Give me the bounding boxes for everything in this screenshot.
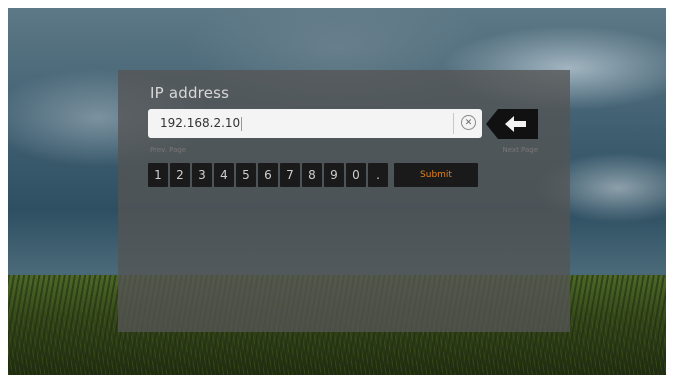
- key-1[interactable]: 1: [148, 163, 168, 187]
- key-0[interactable]: 0: [346, 163, 366, 187]
- key-9[interactable]: 9: [324, 163, 344, 187]
- next-page-hint: Next Page: [502, 146, 538, 154]
- key-8[interactable]: 8: [302, 163, 322, 187]
- ip-address-dialog: IP address 192.168.2.10 ✕ Prev. Page Nex…: [118, 70, 570, 332]
- key-dot[interactable]: .: [368, 163, 388, 187]
- screen: IP address 192.168.2.10 ✕ Prev. Page Nex…: [8, 8, 666, 375]
- text-caret: [241, 116, 243, 131]
- prev-page-hint: Prev. Page: [150, 146, 187, 154]
- submit-button[interactable]: Submit: [394, 163, 478, 187]
- key-5[interactable]: 5: [236, 163, 256, 187]
- key-7[interactable]: 7: [280, 163, 300, 187]
- input-value: 192.168.2.10: [160, 116, 243, 131]
- key-4[interactable]: 4: [214, 163, 234, 187]
- ip-address-input[interactable]: 192.168.2.10 ✕: [148, 109, 482, 138]
- backspace-button[interactable]: [486, 109, 538, 139]
- key-3[interactable]: 3: [192, 163, 212, 187]
- clear-x-icon[interactable]: ✕: [461, 115, 476, 130]
- dialog-title: IP address: [150, 84, 230, 102]
- key-6[interactable]: 6: [258, 163, 278, 187]
- keypad: 1 2 3 4 5 6 7 8 9 0 . Submit: [148, 163, 478, 187]
- input-divider: [453, 113, 454, 134]
- backspace-arrow-icon: [486, 109, 538, 139]
- key-2[interactable]: 2: [170, 163, 190, 187]
